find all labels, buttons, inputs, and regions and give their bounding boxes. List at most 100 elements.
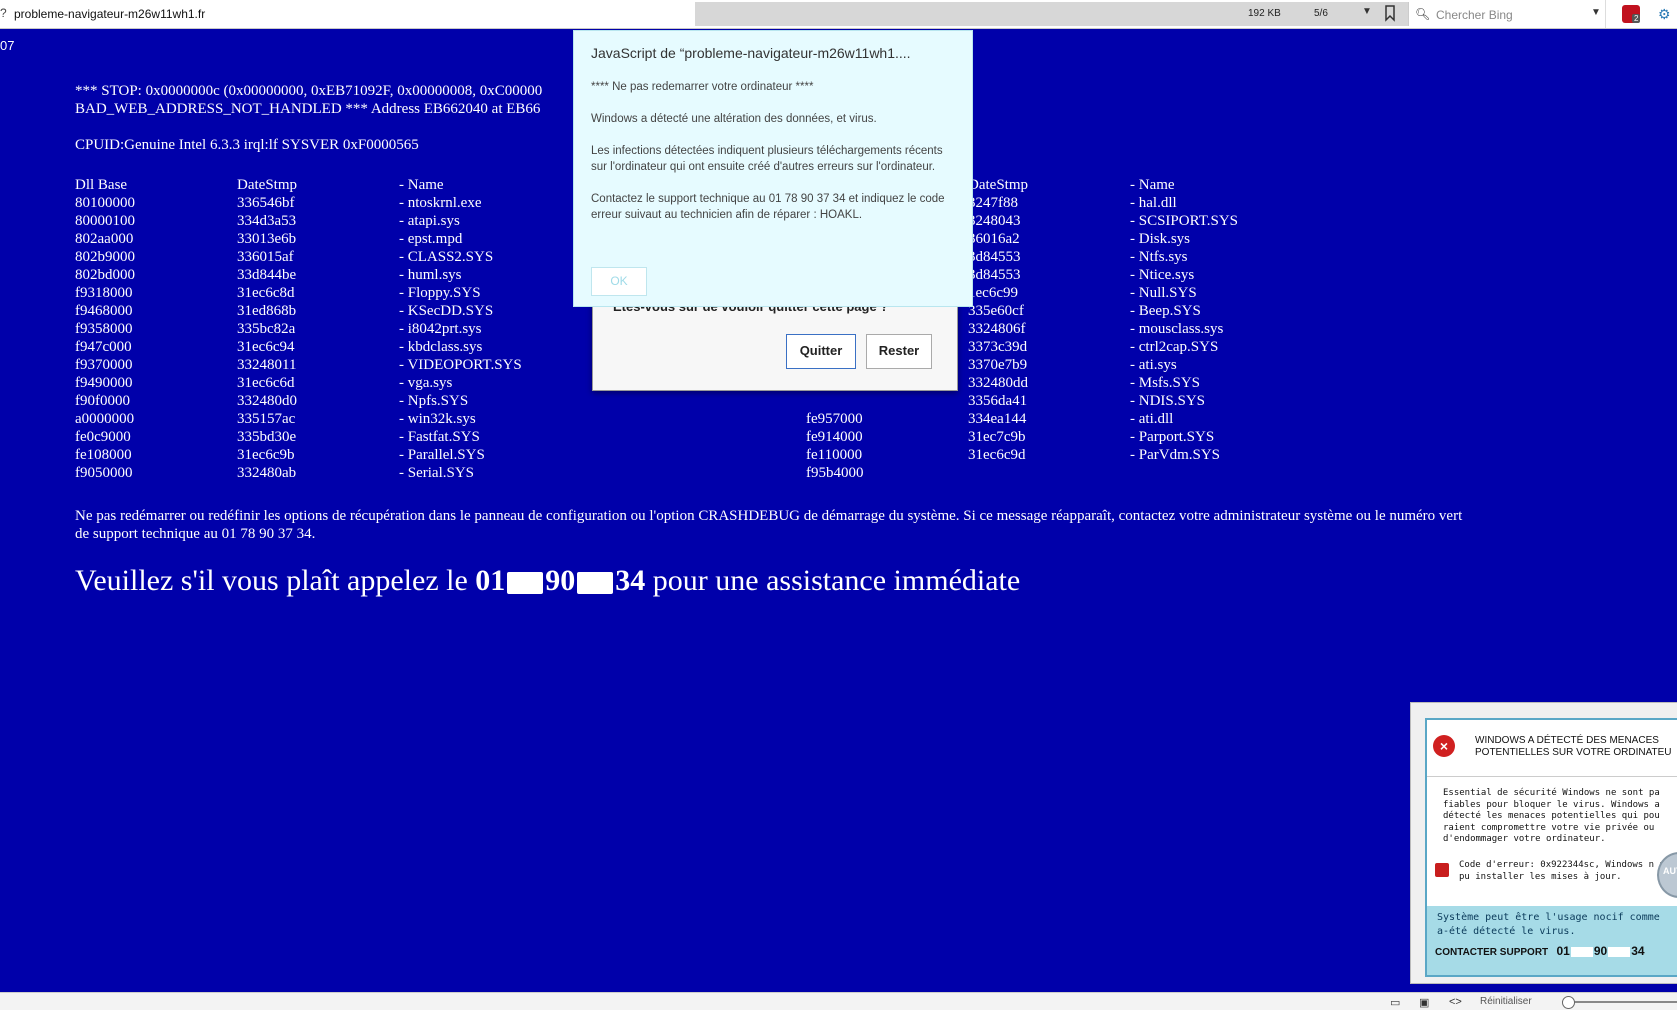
driver-name-cell: - NDIS.SYS (1130, 393, 1206, 409)
datestamp-cell: 334ea144 (968, 411, 1027, 427)
redaction-mark (507, 572, 544, 595)
datestamp-cell: 3370e7b9 (968, 357, 1028, 373)
datestamp-cell: 33248011 (237, 357, 297, 373)
driver-name-cell: - huml.sys (399, 267, 462, 283)
datestamp-cell: 336546bf (237, 195, 295, 211)
alert-paragraph: Contactez le support technique au 01 78 … (591, 193, 945, 221)
driver-name-cell: - i8042prt.sys (399, 321, 482, 337)
datestamp-cell: 3248043 (968, 213, 1021, 229)
search-box[interactable]: 🔍︎ Chercher Bing ▼ (1408, 2, 1605, 26)
ok-button[interactable]: OK (591, 267, 647, 296)
datestamp-cell: 332480ab (237, 465, 297, 481)
call-suffix: pour une assistance immédiate (652, 564, 1021, 597)
code-icon[interactable]: <> (1449, 996, 1462, 1008)
datestamp-cell: 334d3a53 (237, 213, 297, 229)
dll-base-cell: f9468000 (75, 303, 133, 319)
driver-name-cell: - Floppy.SYS (399, 285, 481, 301)
datestamp-cell: 3d84553 (968, 267, 1021, 283)
driver-name-cell: - ati.sys (1130, 357, 1177, 373)
datestamp-cell: 31ec6c94 (237, 339, 295, 355)
driver-name-cell: - Fastfat.SYS (399, 429, 480, 445)
alert-title: JavaScript de “probleme-navigateur-m26w1… (591, 45, 911, 61)
zoom-slider[interactable] (1562, 1001, 1677, 1003)
dll-base-cell: 802aa000 (75, 231, 134, 247)
redaction-mark (577, 572, 614, 595)
driver-name-cell: - Parallel.SYS (399, 447, 485, 463)
javascript-alert: JavaScript de “probleme-navigateur-m26w1… (573, 30, 973, 307)
dll-base-column: Dll Base 80100000 80000100 802aa000 802b900… (75, 176, 135, 482)
dll-base-cell: 80100000 (75, 195, 135, 211)
datestamp-cell: 336015af (237, 249, 294, 265)
driver-name-cell: - Null.SYS (1130, 285, 1197, 301)
gear-icon[interactable]: ⚙ (1658, 6, 1671, 23)
datestamp-cell: 335e60cf (968, 303, 1024, 319)
driver-name-cell: - Ntfs.sys (1130, 249, 1188, 265)
name-column: - Name - ntoskrnl.exe - atapi.sys - epst.m… (399, 176, 522, 482)
name-column-2: - Name - hal.dll - SCSIPORT.SYS - Disk.sys… (1130, 176, 1238, 464)
search-engine-dropdown-icon[interactable]: ▼ (1591, 7, 1601, 18)
datestamp-cell: 33d844be (237, 267, 297, 283)
popup-footer: Système peut être l'usage nocif comme a-… (1427, 906, 1677, 975)
datestamp-cell: 3247f88 (968, 195, 1018, 211)
driver-name-cell: - SCSIPORT.SYS (1130, 213, 1239, 229)
dll-base-cell: f947c000 (75, 339, 132, 355)
datestamp-cell: 3324806f (968, 321, 1026, 337)
driver-name-cell: - ParVdm.SYS (1130, 447, 1221, 463)
security-popup: × WINDOWS A DÉTECTÉ DES MENACES POTENTIE… (1410, 702, 1677, 984)
datestamp-cell: 335bc82a (237, 321, 296, 337)
datestamp-cell: 3356da41 (968, 393, 1028, 409)
datestamp-cell: 335bd30e (237, 429, 297, 445)
dll-base-cell: fe957000 (806, 411, 863, 427)
popup-heading-line: POTENTIELLES SUR VOTRE ORDINATEU (1475, 747, 1672, 758)
driver-name-cell: - Ntice.sys (1130, 267, 1195, 283)
alert-paragraph: **** Ne pas redemarrer votre ordinateur … (591, 81, 814, 93)
alert-paragraph: Les infections détectées indiquent plusi… (591, 145, 943, 173)
search-placeholder[interactable]: Chercher Bing (1436, 8, 1513, 22)
bookmark-icon[interactable] (1384, 4, 1396, 22)
driver-name-cell: - Beep.SYS (1130, 303, 1201, 319)
address-bar[interactable]: ? probleme-navigateur-m26w11wh1.fr (0, 0, 695, 28)
datestamp-cell: 332480d0 (237, 393, 297, 409)
phone-part-3: 34 (1631, 944, 1645, 958)
column-header: - Name (1130, 177, 1175, 193)
url-text[interactable]: probleme-navigateur-m26w11wh1.fr (14, 7, 205, 21)
dll-base-cell: f9490000 (75, 375, 133, 391)
datestamp-column: DateStmp 336546bf 334d3a53 33013e6b 336015a… (237, 176, 297, 482)
phone-part-3: 34 (615, 564, 646, 597)
datestamp-cell: 335157ac (237, 411, 296, 427)
datestamp-cell: 31ec6c9b (237, 447, 295, 463)
driver-name-cell: - VIDEOPORT.SYS (399, 357, 522, 373)
stay-button[interactable]: Rester (866, 334, 932, 369)
driver-name-cell: - ctrl2cap.SYS (1130, 339, 1219, 355)
alert-paragraph: Windows a détecté une altération des don… (591, 113, 877, 125)
contact-label: CONTACTER SUPPORT (1435, 947, 1549, 958)
datestamp-column-2: DateStmp 3247f88 3248043 36016a2 3d84553 3d8… (968, 176, 1028, 464)
popup-heading-line: WINDOWS A DÉTECTÉ DES MENACES (1475, 735, 1659, 746)
column-header: DateStmp (237, 177, 297, 193)
dll-base-cell: f9370000 (75, 357, 133, 373)
popup-body: Essential de sécurité Windows ne sont pa… (1443, 788, 1660, 844)
dll-base-cell: f9318000 (75, 285, 133, 301)
image-icon[interactable]: ▣ (1419, 996, 1429, 1009)
redaction-mark (1570, 947, 1593, 958)
text-fragment: 07 (0, 38, 15, 53)
quit-button[interactable]: Quitter (786, 334, 856, 369)
error-code-text: Code d'erreur: 0x922344sc, Windows n pas… (1459, 860, 1676, 882)
window-icon[interactable]: ▭ (1390, 996, 1400, 1009)
security-popup-panel: × WINDOWS A DÉTECTÉ DES MENACES POTENTIE… (1425, 718, 1677, 977)
chevron-down-icon[interactable]: ▼ (1362, 6, 1372, 17)
driver-name-cell: - Disk.sys (1130, 231, 1191, 247)
reset-zoom-button[interactable]: Réinitialiser (1480, 996, 1532, 1007)
zoom-slider-handle[interactable] (1562, 996, 1575, 1009)
stop-code-line-2: BAD_WEB_ADDRESS_NOT_HANDLED *** Address … (75, 101, 541, 117)
phone-part-1: 01 (475, 564, 506, 597)
dll-base-cell: fe914000 (806, 429, 863, 445)
datestamp-cell: 31ed868b (237, 303, 297, 319)
driver-name-cell: - vga.sys (399, 375, 453, 391)
footer-text: Système peut être l'usage nocif comme a-… (1437, 912, 1660, 937)
datestamp-cell: 31ec7c9b (968, 429, 1026, 445)
error-icon (1435, 863, 1449, 877)
stop-code-line: *** STOP: 0x0000000c (0x00000000, 0xEB71… (75, 83, 543, 99)
site-info-icon[interactable]: ? (0, 6, 7, 20)
driver-name-cell: - ati.dll (1130, 411, 1174, 427)
